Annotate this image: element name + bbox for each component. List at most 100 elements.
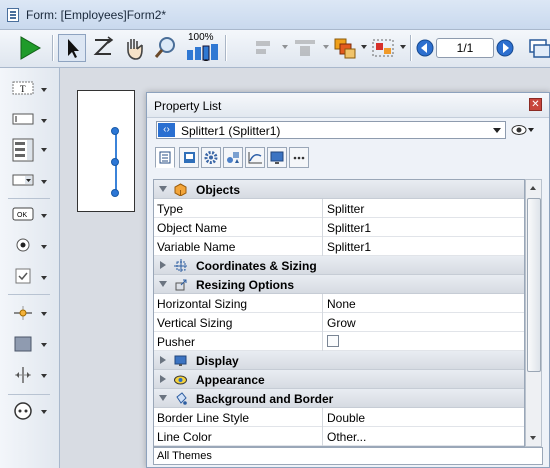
tab-shapes[interactable]: [223, 147, 243, 168]
property-value[interactable]: Splitter: [327, 202, 364, 216]
select-arrow-button[interactable]: [58, 34, 86, 62]
property-row[interactable]: Line Color Other...: [154, 427, 524, 446]
property-grid-scrollbar[interactable]: [525, 179, 542, 447]
combo-tool-dropdown-icon[interactable]: [41, 180, 47, 184]
property-row[interactable]: Border Line Style Double: [154, 408, 524, 427]
eye-icon[interactable]: [511, 123, 535, 137]
tab-settings[interactable]: [201, 147, 221, 168]
alignment-button[interactable]: [252, 34, 278, 62]
tab-display[interactable]: [267, 147, 287, 168]
section-objects[interactable]: Objects: [154, 180, 524, 199]
expand-triangle-icon[interactable]: [160, 375, 166, 383]
property-row[interactable]: Object Name Splitter1: [154, 218, 524, 237]
section-appearance[interactable]: Appearance: [154, 370, 524, 389]
property-value[interactable]: None: [327, 297, 356, 311]
property-key: Variable Name: [157, 240, 236, 254]
palette-splitter-tool[interactable]: [12, 304, 47, 324]
list-tool-dropdown-icon[interactable]: [41, 148, 47, 152]
palette-field-tool[interactable]: [12, 111, 47, 131]
combo-box-icon: [12, 174, 34, 186]
close-icon[interactable]: ✕: [529, 98, 542, 111]
scroll-up-icon[interactable]: [526, 180, 541, 196]
tab-more[interactable]: [289, 147, 309, 168]
button-tool-dropdown-icon[interactable]: [41, 214, 47, 218]
scroll-down-icon[interactable]: [526, 430, 541, 446]
form-area[interactable]: [77, 90, 135, 212]
splitter-tool-dropdown-icon[interactable]: [41, 312, 47, 316]
form-editor-toolbar: 100% 1/1: [0, 30, 550, 68]
property-value[interactable]: Splitter1: [327, 221, 371, 235]
tab-all-properties[interactable]: [155, 147, 175, 168]
section-coordinates-sizing[interactable]: Coordinates & Sizing: [154, 256, 524, 275]
palette-text-tool[interactable]: T: [12, 80, 47, 100]
palette-rectangle-tool[interactable]: [12, 335, 47, 355]
zoom-tool-button[interactable]: [152, 34, 180, 62]
section-background-border[interactable]: Background and Border: [154, 389, 524, 408]
section-display[interactable]: Display: [154, 351, 524, 370]
distribution-button[interactable]: [292, 34, 320, 62]
splitter-top-handle[interactable]: [111, 127, 119, 135]
plugin-tool-dropdown-icon[interactable]: [41, 410, 47, 414]
property-row[interactable]: Variable Name Splitter1: [154, 237, 524, 256]
distribute-icon: [295, 40, 315, 56]
text-tool-dropdown-icon[interactable]: [41, 88, 47, 92]
property-value[interactable]: Splitter1: [327, 240, 371, 254]
property-row[interactable]: Horizontal Sizing None: [154, 294, 524, 313]
field-tool-dropdown-icon[interactable]: [41, 119, 47, 123]
property-row[interactable]: Type Splitter: [154, 199, 524, 218]
hand-tool-button[interactable]: [120, 34, 148, 62]
property-row[interactable]: Vertical Sizing Grow: [154, 313, 524, 332]
svg-text:T: T: [20, 84, 26, 94]
palette-plugin-tool[interactable]: [12, 402, 47, 422]
previous-page-button[interactable]: [416, 34, 434, 62]
next-page-button[interactable]: [496, 34, 514, 62]
splitter-bottom-handle[interactable]: [111, 189, 119, 197]
rectangle-tool-dropdown-icon[interactable]: [41, 343, 47, 347]
property-value[interactable]: Other...: [327, 430, 366, 444]
list-view-icon: [159, 151, 171, 164]
alignment-dropdown-icon[interactable]: [282, 45, 288, 49]
palette-list-tool[interactable]: [12, 138, 47, 162]
entry-order-button[interactable]: [90, 34, 116, 62]
line-tool-dropdown-icon[interactable]: [41, 374, 47, 378]
palette-radio-tool[interactable]: [12, 237, 47, 257]
object-palette: T OK: [0, 68, 60, 468]
checkbox-tool-dropdown-icon[interactable]: [41, 276, 47, 280]
tab-graph[interactable]: [245, 147, 265, 168]
page-indicator[interactable]: 1/1: [436, 38, 494, 58]
chevron-down-icon[interactable]: [493, 128, 501, 133]
coordinates-icon: [174, 259, 187, 272]
windows-button[interactable]: [524, 34, 550, 62]
view-zoom-control[interactable]: 100%: [186, 32, 220, 62]
property-value[interactable]: Double: [327, 411, 365, 425]
run-form-button[interactable]: [14, 34, 44, 62]
palette-line-tool[interactable]: [12, 366, 47, 386]
section-resizing-options[interactable]: Resizing Options: [154, 275, 524, 294]
level-button[interactable]: [332, 34, 358, 62]
property-value[interactable]: Grow: [327, 316, 356, 330]
distribution-dropdown-icon[interactable]: [323, 45, 329, 49]
graph-icon: [248, 152, 262, 164]
property-row[interactable]: Pusher: [154, 332, 524, 351]
collapse-triangle-icon[interactable]: [159, 281, 167, 287]
palette-button-tool[interactable]: OK: [12, 206, 47, 226]
static-text-icon: T: [12, 81, 34, 95]
expand-triangle-icon[interactable]: [160, 261, 166, 269]
splitter-middle-handle[interactable]: [111, 158, 119, 166]
grouping-dropdown-icon[interactable]: [400, 45, 406, 49]
scroll-thumb[interactable]: [527, 198, 541, 372]
expand-triangle-icon[interactable]: [160, 356, 166, 364]
palette-combo-tool[interactable]: [12, 172, 47, 192]
palette-checkbox-tool[interactable]: [12, 268, 47, 288]
level-dropdown-icon[interactable]: [361, 45, 367, 49]
grouping-button[interactable]: [370, 34, 398, 62]
object-navigation-icon[interactable]: ‹›: [158, 123, 175, 137]
tab-objects[interactable]: [179, 147, 199, 168]
collapse-triangle-icon[interactable]: [159, 186, 167, 192]
theme-filter-label: All Themes: [157, 450, 212, 462]
pusher-checkbox[interactable]: [327, 335, 339, 347]
object-selector[interactable]: ‹› Splitter1 (Splitter1): [156, 121, 506, 139]
collapse-triangle-icon[interactable]: [159, 395, 167, 401]
radio-tool-dropdown-icon[interactable]: [41, 245, 47, 249]
theme-filter[interactable]: All Themes: [153, 447, 543, 465]
